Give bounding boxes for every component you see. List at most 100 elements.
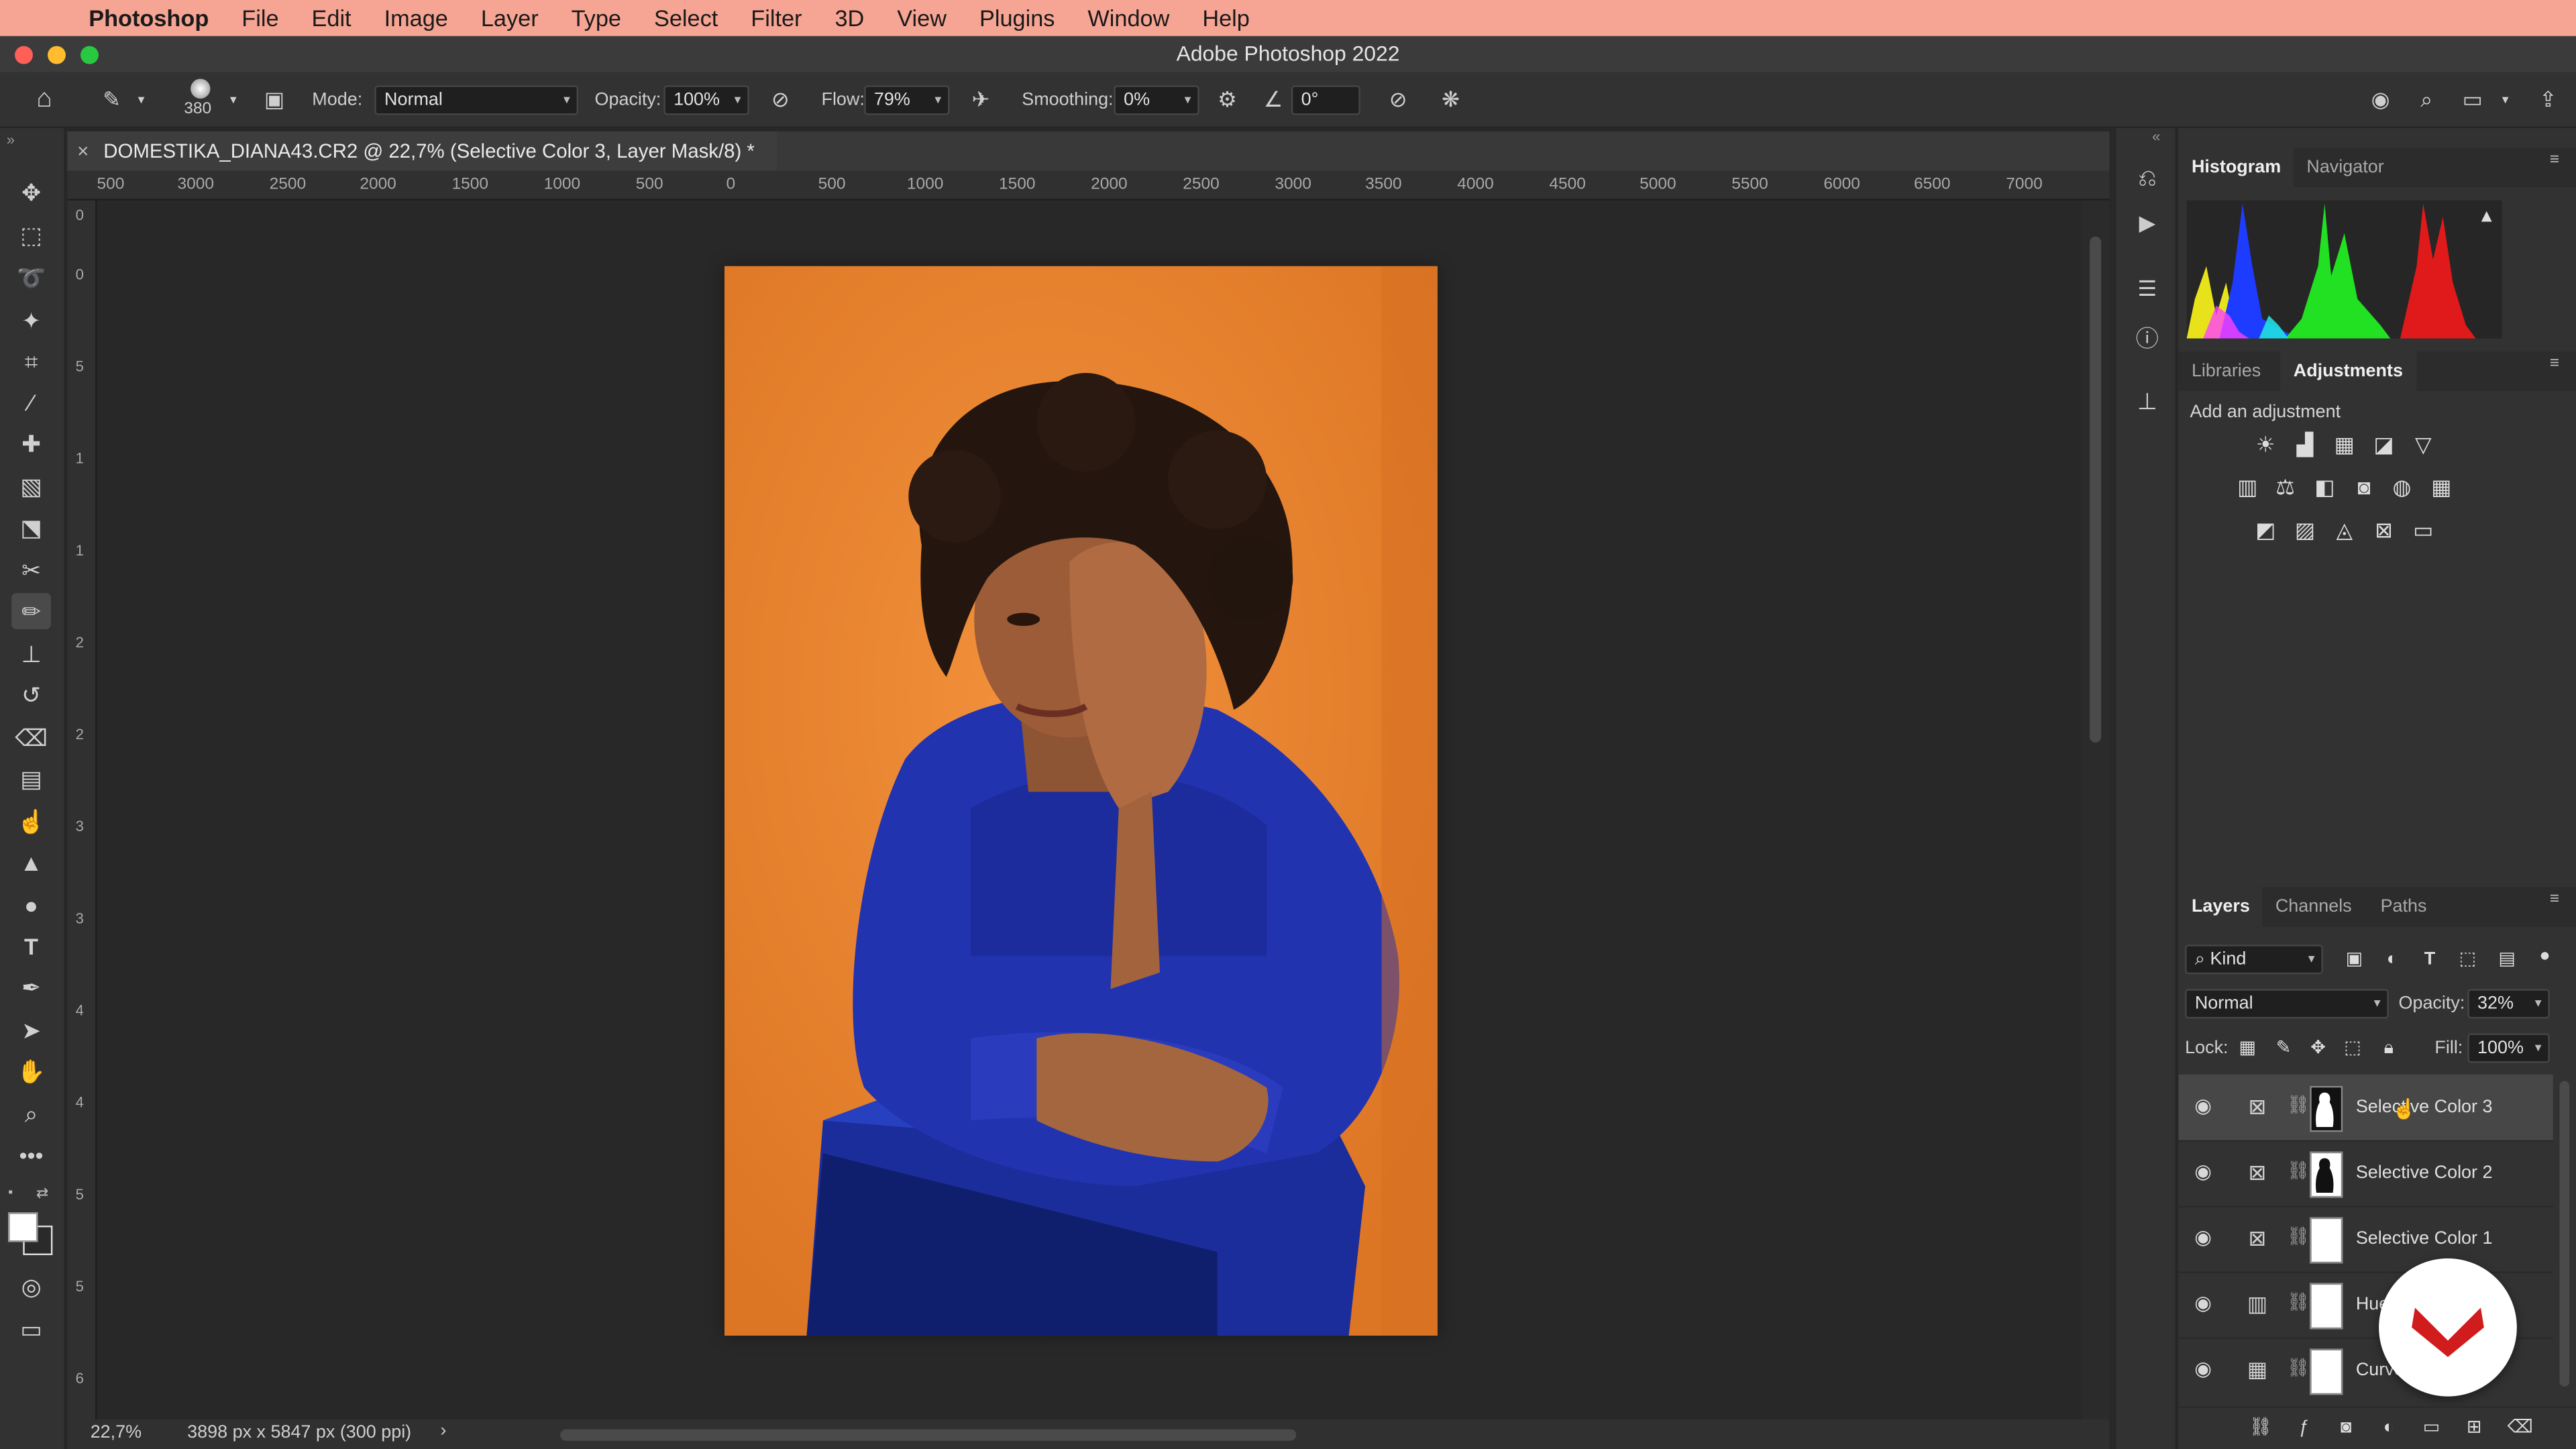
layer-mask-thumbnail[interactable] <box>2310 1085 2343 1132</box>
smudge-tool-icon[interactable]: ☝ <box>11 804 51 840</box>
layer-opacity-field[interactable]: 32% ▾ <box>2467 989 2550 1019</box>
zoom-level[interactable]: 22,7% <box>91 1423 142 1442</box>
search-icon[interactable]: ⌕ <box>2412 85 2441 115</box>
dodge-tool-icon[interactable]: ● <box>11 887 51 923</box>
angle-field[interactable]: 0° <box>1291 85 1360 115</box>
brush-tool-icon[interactable]: ✏ <box>11 593 51 629</box>
vertical-scrollbar[interactable] <box>2081 200 2110 1419</box>
link-icon[interactable]: ⛓ <box>2287 1357 2310 1378</box>
new-adjustment-icon[interactable]: ◐ <box>2375 1416 2402 1439</box>
menu-filter[interactable]: Filter <box>735 0 818 36</box>
lasso-tool-icon[interactable]: ➰ <box>11 260 51 296</box>
learn-icon[interactable]: ◉ <box>2366 85 2396 115</box>
chevron-down-icon[interactable]: ▾ <box>223 85 243 115</box>
mode-select[interactable]: Normal ▾ <box>374 85 579 115</box>
layer-filter-kind[interactable]: ⌕ Kind ▾ <box>2185 945 2323 975</box>
lock-artboard-icon[interactable]: ⬚ <box>2339 1036 2365 1059</box>
eye-icon[interactable]: ◉ <box>2192 1094 2214 1117</box>
filter-type-icon[interactable]: T <box>2416 948 2443 971</box>
info-icon[interactable]: ⓘ <box>2131 322 2163 355</box>
workspace-icon[interactable]: ▭ <box>2458 85 2487 115</box>
menu-3d[interactable]: 3D <box>818 0 881 36</box>
filter-adjustment-icon[interactable]: ◐ <box>2379 948 2405 971</box>
fx-icon[interactable]: ƒ <box>2290 1416 2316 1439</box>
layer-blend-mode-select[interactable]: Normal ▾ <box>2185 989 2389 1019</box>
marquee-tool-icon[interactable]: ⬚ <box>11 217 51 253</box>
color-balance-icon[interactable]: ⚖ <box>2272 476 2298 499</box>
link-layers-icon[interactable]: ⛓ <box>2247 1416 2273 1439</box>
share-icon[interactable]: ⇪ <box>2533 85 2563 115</box>
menu-plugins[interactable]: Plugins <box>963 0 1071 36</box>
menu-type[interactable]: Type <box>555 0 637 36</box>
sharpen-tool-icon[interactable]: ▲ <box>11 845 51 881</box>
gear-icon[interactable]: ⚙ <box>1212 85 1242 115</box>
layer-row[interactable]: ◉ ⊠ ⛓ Selective Color 3 ☝ <box>2178 1074 2553 1142</box>
new-group-icon[interactable]: ▭ <box>2418 1416 2445 1439</box>
chevron-down-icon[interactable]: ▾ <box>2497 85 2513 115</box>
black-white-icon[interactable]: ◧ <box>2312 476 2338 499</box>
menu-file[interactable]: File <box>225 0 295 36</box>
layer-mask-thumbnail[interactable] <box>2310 1283 2343 1330</box>
symmetry-icon[interactable]: ❋ <box>1436 85 1465 115</box>
crop-tool-icon[interactable]: ⌗ <box>11 343 51 380</box>
content-aware-tool-icon[interactable]: ⬔ <box>11 509 51 545</box>
filter-shape-icon[interactable]: ⬚ <box>2455 948 2481 971</box>
brush-tool-preset-icon[interactable]: ✎ <box>95 85 128 115</box>
photo-filter-icon[interactable]: ◙ <box>2351 476 2377 499</box>
vibrance-icon[interactable]: ▽ <box>2410 433 2436 457</box>
panel-menu-icon[interactable]: ≡ <box>2550 892 2566 908</box>
eye-icon[interactable]: ◉ <box>2192 1226 2214 1248</box>
tab-channels[interactable]: Channels <box>2262 887 2365 926</box>
foreground-color-swatch[interactable] <box>8 1212 38 1242</box>
eraser-tool-icon[interactable]: ⌫ <box>11 720 51 756</box>
menu-view[interactable]: View <box>881 0 963 36</box>
panel-menu-icon[interactable]: ≡ <box>2550 356 2566 372</box>
filter-pixel-icon[interactable]: ▣ <box>2341 948 2367 971</box>
warning-icon[interactable]: ▲ <box>2477 207 2496 227</box>
patch-tool-icon[interactable]: ▧ <box>11 468 51 504</box>
document-tab[interactable]: × DOMESTIKA_DIANA43.CR2 @ 22,7% (Selecti… <box>67 131 778 171</box>
path-selection-tool-icon[interactable]: ➤ <box>11 1012 51 1049</box>
add-mask-icon[interactable]: ◙ <box>2333 1416 2359 1439</box>
menu-image[interactable]: Image <box>368 0 464 36</box>
pen-tool-icon[interactable]: ✒ <box>11 969 51 1006</box>
opacity-field[interactable]: 100% ▾ <box>663 85 749 115</box>
color-lookup-icon[interactable]: ▦ <box>2428 476 2455 499</box>
vertical-scroll-thumb[interactable] <box>2090 236 2102 743</box>
history-brush-tool-icon[interactable]: ↺ <box>11 677 51 713</box>
filter-smart-object-icon[interactable]: ▤ <box>2494 948 2520 971</box>
lock-pixels-icon[interactable]: ✎ <box>2270 1036 2296 1059</box>
zoom-tool-icon[interactable]: ⌕ <box>11 1095 51 1132</box>
transform-tool-icon[interactable]: ✂ <box>11 552 51 588</box>
quick-mask-icon[interactable]: ◎ <box>11 1269 51 1305</box>
panel-menu-icon[interactable]: ≡ <box>2550 152 2566 168</box>
more-tools-icon[interactable]: ••• <box>11 1137 51 1173</box>
menu-app-name[interactable]: Photoshop <box>72 0 225 36</box>
link-icon[interactable]: ⛓ <box>2287 1226 2310 1246</box>
layer-mask-thumbnail[interactable] <box>2310 1217 2343 1264</box>
eye-icon[interactable]: ◉ <box>2192 1291 2214 1314</box>
eye-icon[interactable]: ◉ <box>2192 1160 2214 1183</box>
pressure-opacity-icon[interactable]: ⊘ <box>765 85 795 115</box>
filter-toggle-icon[interactable]: ● <box>2532 945 2558 967</box>
type-tool-icon[interactable]: T <box>11 928 51 965</box>
properties-icon[interactable]: ☰ <box>2131 276 2163 302</box>
spot-healing-tool-icon[interactable]: ✚ <box>11 425 51 462</box>
brightness-icon[interactable]: ☀ <box>2253 433 2279 457</box>
eyedropper-tool-icon[interactable]: ⁄ <box>11 384 51 421</box>
link-icon[interactable]: ⛓ <box>2287 1291 2310 1312</box>
flow-field[interactable]: 79% ▾ <box>864 85 950 115</box>
tab-paths[interactable]: Paths <box>2367 887 2440 926</box>
lock-transparent-icon[interactable]: ▦ <box>2235 1036 2261 1059</box>
lock-all-icon[interactable]: 🔒︎ <box>2375 1036 2402 1059</box>
new-layer-icon[interactable]: ⊞ <box>2461 1416 2487 1439</box>
gradient-tool-icon[interactable]: ▤ <box>11 761 51 797</box>
trash-icon[interactable]: ⌫ <box>2507 1416 2533 1439</box>
posterize-icon[interactable]: ▨ <box>2292 519 2318 542</box>
actions-icon[interactable]: ▶ <box>2131 210 2163 236</box>
history-icon[interactable]: ⎌ <box>2131 164 2163 193</box>
clone-source-icon[interactable]: ⊥ <box>2131 388 2163 416</box>
invert-icon[interactable]: ◩ <box>2253 519 2279 542</box>
brush-settings-icon[interactable]: ▣ <box>260 85 289 115</box>
layer-row[interactable]: ◉ ⊠ ⛓ Selective Color 2 <box>2178 1140 2553 1208</box>
